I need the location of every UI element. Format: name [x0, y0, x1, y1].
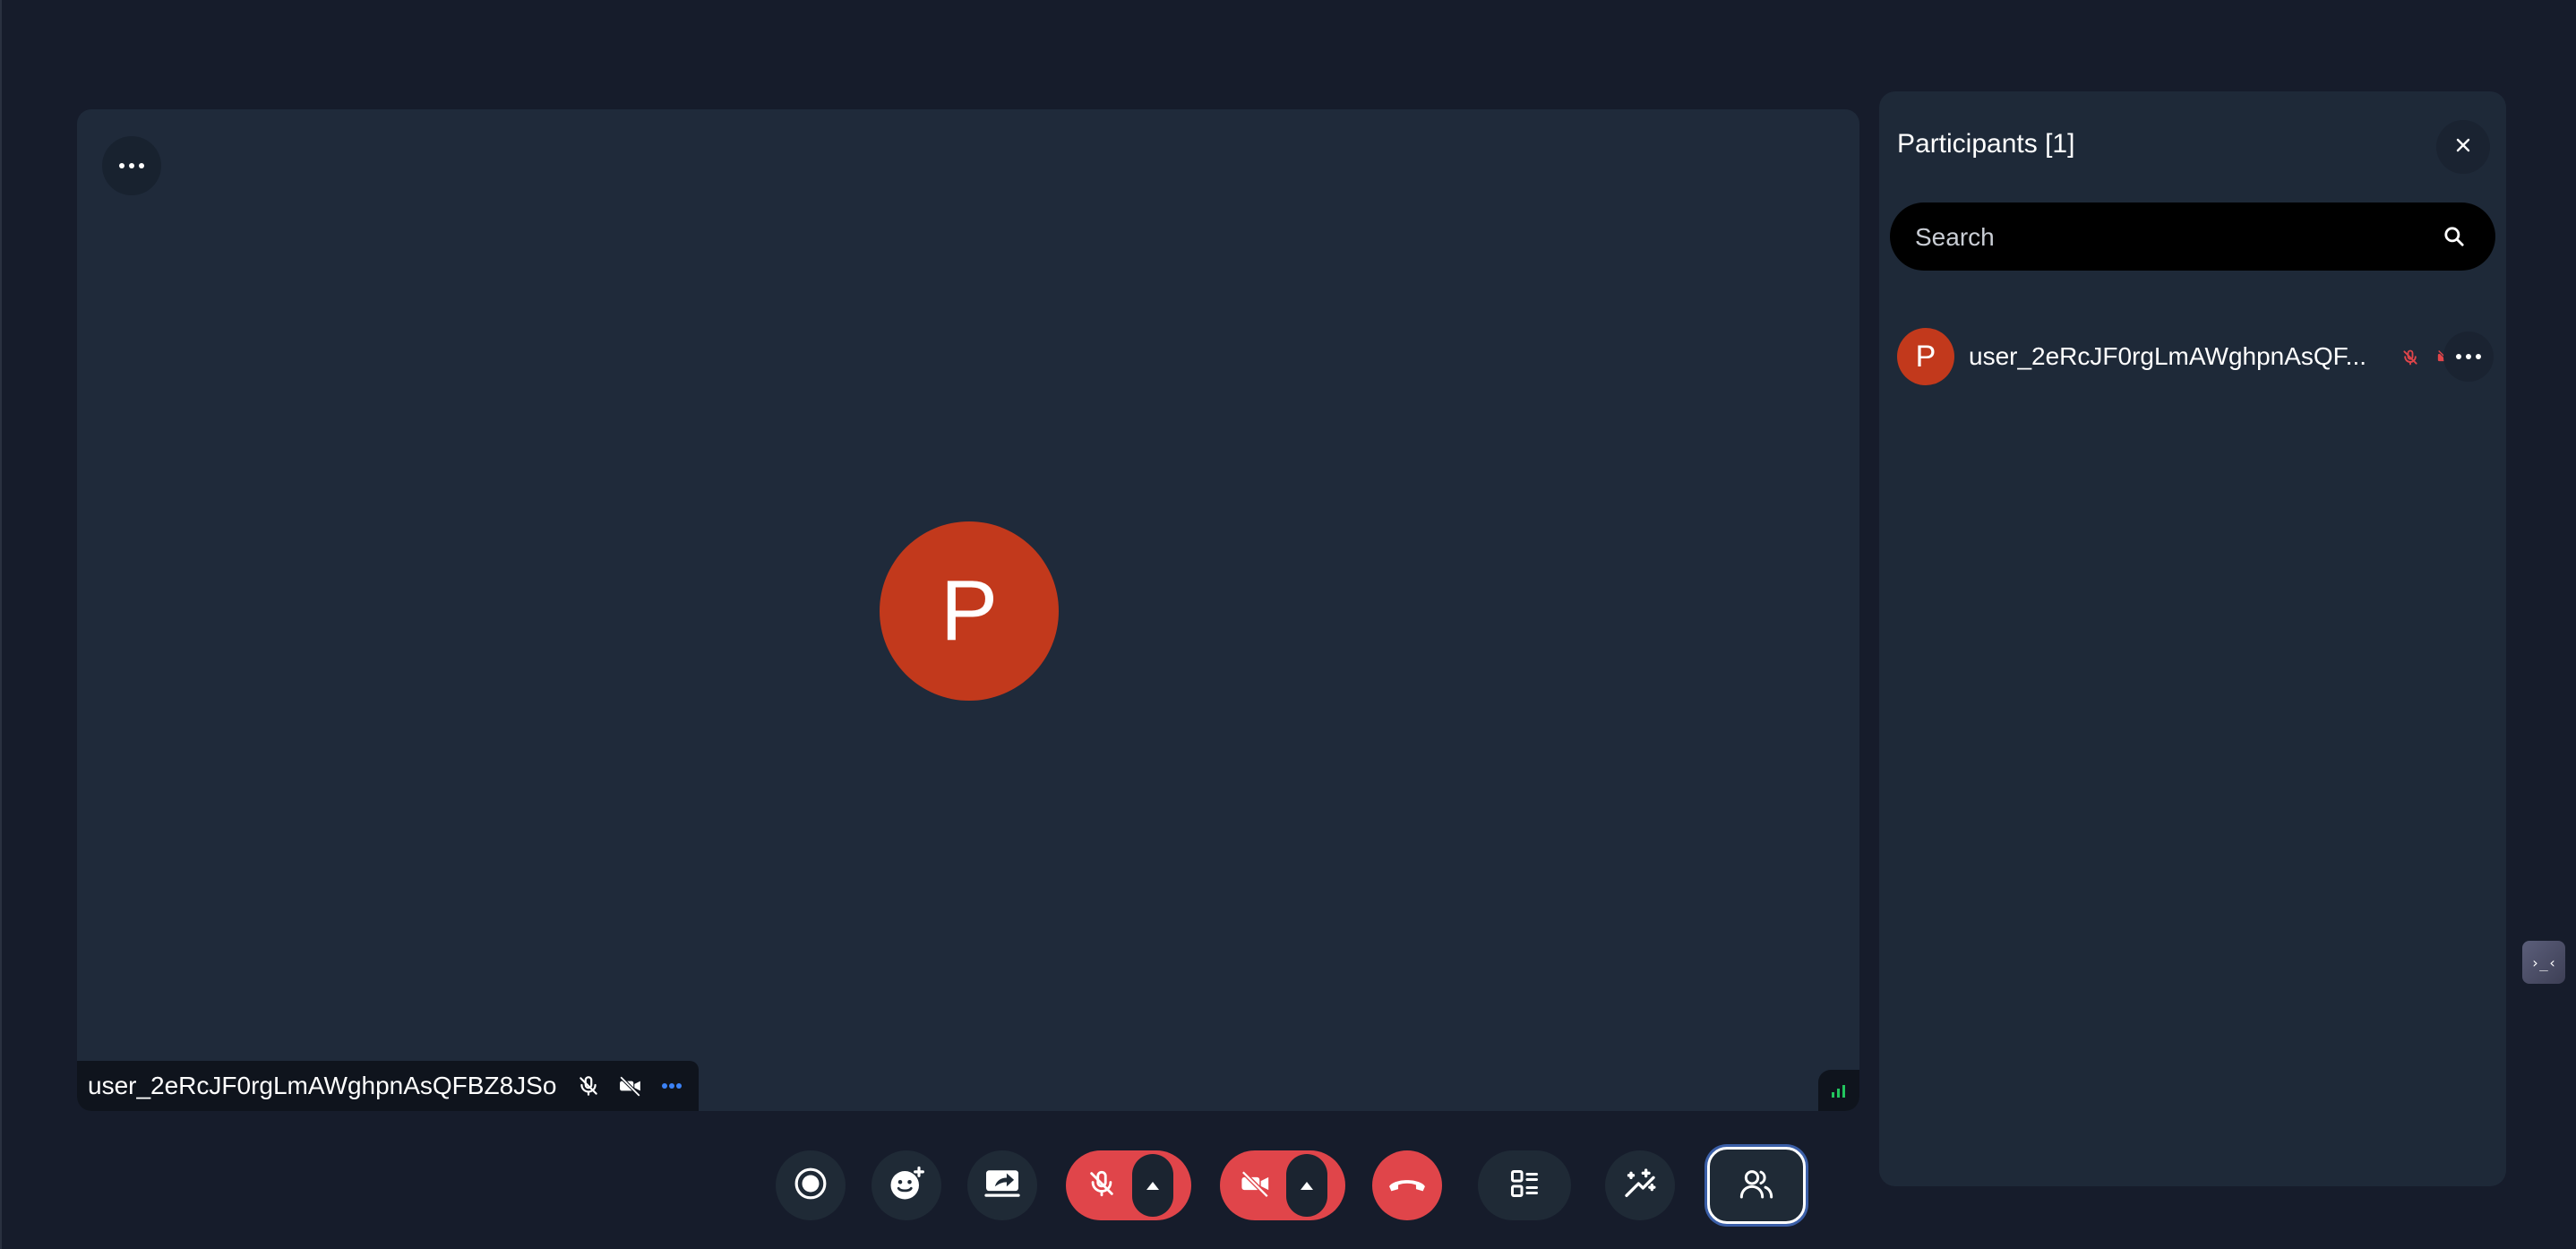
search-icon[interactable] [2440, 222, 2469, 251]
leave-call-button[interactable] [1372, 1150, 1442, 1220]
mic-off-icon [2395, 342, 2426, 373]
participant-search [1890, 202, 2495, 272]
video-stage: P user_2eRcJF0rgLmAWghpnAsQFBZ8JSo [77, 109, 1859, 1111]
participants-button[interactable] [1707, 1147, 1806, 1224]
people-icon [1738, 1166, 1775, 1206]
more-horizontal-icon [119, 163, 144, 168]
caret-up-icon [1146, 1181, 1159, 1190]
toggle-camera-button[interactable] [1220, 1150, 1292, 1220]
participants-panel: Participants [1] P user_2eRcJF0rgLmAWghp… [1879, 91, 2506, 1186]
hang-up-icon [1387, 1173, 1428, 1199]
camera-options-button[interactable] [1286, 1154, 1327, 1217]
close-panel-button[interactable] [2436, 120, 2490, 174]
video-off-icon [1239, 1168, 1273, 1203]
layout-list-icon [1508, 1167, 1541, 1204]
microphone-button-group [1066, 1150, 1191, 1220]
stage-options-button[interactable] [102, 136, 161, 195]
camera-button-group [1220, 1150, 1345, 1220]
mic-off-icon [1086, 1168, 1117, 1203]
caret-up-icon [1301, 1181, 1313, 1190]
developer-tools-widget[interactable]: ›_‹ [2522, 941, 2565, 984]
participant-display-name: user_2eRcJF0rgLmAWghpnAsQFBZ8JSo [88, 1072, 557, 1099]
close-icon [2454, 136, 2472, 159]
record-button[interactable] [776, 1150, 846, 1220]
participant-list-item[interactable]: P user_2eRcJF0rgLmAWghpnAsQF... [1897, 326, 2495, 389]
participant-name-tag: user_2eRcJF0rgLmAWghpnAsQFBZ8JSo [77, 1061, 699, 1111]
tile-more-icon[interactable] [657, 1071, 686, 1101]
record-icon [794, 1167, 828, 1205]
share-screen-button[interactable] [967, 1150, 1037, 1220]
toggle-microphone-button[interactable] [1066, 1150, 1138, 1220]
layout-button[interactable] [1478, 1150, 1571, 1220]
participant-options-button[interactable] [2443, 332, 2494, 382]
avatar: P [1897, 328, 1954, 385]
screen-share-icon [983, 1167, 1022, 1204]
window-edge [0, 0, 2, 1249]
more-horizontal-icon [2456, 354, 2481, 359]
sparkle-wand-icon [1622, 1166, 1658, 1206]
reactions-button[interactable] [872, 1150, 941, 1220]
network-signal-icon [1818, 1070, 1859, 1111]
participant-avatar-large: P [880, 521, 1059, 701]
effects-button[interactable] [1605, 1150, 1675, 1220]
microphone-options-button[interactable] [1132, 1154, 1173, 1217]
emoji-add-icon [888, 1165, 925, 1207]
panel-title: Participants [1] [1897, 129, 2075, 159]
participant-name: user_2eRcJF0rgLmAWghpnAsQF... [1969, 342, 2367, 370]
video-off-icon [616, 1071, 645, 1101]
search-input[interactable] [1913, 202, 2436, 272]
mic-off-icon [574, 1071, 603, 1101]
